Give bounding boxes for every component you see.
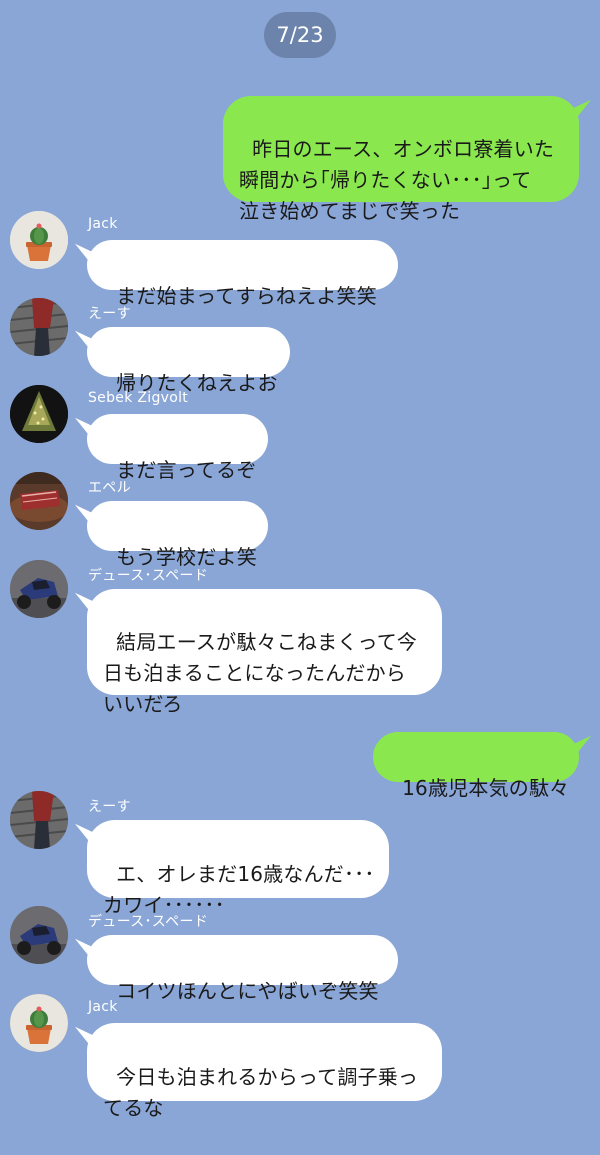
cactus-icon (10, 994, 68, 1052)
motorcycle-avatar[interactable] (10, 560, 68, 618)
bubble-tail (573, 99, 591, 123)
sender-name: デュース･スペード (88, 568, 209, 584)
bubble-tail (75, 823, 93, 847)
message-bubble-incoming[interactable]: 帰りたくねえよお (75, 327, 290, 395)
message-bubble-incoming[interactable]: 結局エースが駄々こねまくって今 日も泊まることになったんだから いいだろ (75, 589, 442, 716)
cactus-avatar[interactable] (10, 211, 68, 269)
red-jacket-icon (10, 298, 68, 356)
message-bubble-incoming[interactable]: もう学校だよ笑 (75, 501, 268, 569)
message-bubble-outgoing[interactable]: 16歳児本気の駄々 (373, 732, 591, 800)
cactus-icon (10, 211, 68, 269)
message-text: 今日も泊まれるからって調子乗っ てるな (103, 1065, 419, 1120)
bubble-tail (75, 938, 93, 962)
sender-name: えーす (88, 306, 131, 322)
cactus-avatar[interactable] (10, 994, 68, 1052)
steak-avatar[interactable] (10, 472, 68, 530)
message-bubble-incoming[interactable]: 今日も泊まれるからって調子乗っ てるな (75, 1023, 442, 1120)
message-bubble-outgoing[interactable]: 昨日のエース、オンボロ寮着いた 瞬間から｢帰りたくない･･･｣って 泣き始めてま… (223, 96, 591, 223)
bubble-tail (75, 1026, 93, 1050)
message-text: まだ言ってるぞ (116, 458, 257, 482)
bubble-tail (75, 243, 93, 267)
red-jacket-icon (10, 791, 68, 849)
lit-tree-avatar[interactable] (10, 385, 68, 443)
message-bubble-incoming[interactable]: まだ始まってすらねえよ笑笑 (75, 240, 398, 308)
bubble-tail (75, 592, 93, 616)
date-separator: 7/23 (264, 12, 336, 58)
message-text: 結局エースが駄々こねまくって今 日も泊まることになったんだから いいだろ (103, 630, 418, 716)
sender-name: Jack (88, 999, 118, 1015)
message-bubble-incoming[interactable]: まだ言ってるぞ (75, 414, 268, 482)
bubble-tail (75, 330, 93, 354)
bubble-tail (75, 504, 93, 528)
motorcycle-icon (10, 560, 68, 618)
motorcycle-icon (10, 906, 68, 964)
message-bubble-incoming[interactable]: コイツほんとにやばいぞ笑笑 (75, 935, 398, 1003)
lit-tree-icon (10, 385, 68, 443)
sender-name: えーす (88, 799, 131, 815)
red-jacket-avatar[interactable] (10, 298, 68, 356)
message-text: 昨日のエース、オンボロ寮着いた 瞬間から｢帰りたくない･･･｣って 泣き始めてま… (239, 137, 555, 223)
sender-name: Jack (88, 216, 118, 232)
motorcycle-avatar[interactable] (10, 906, 68, 964)
message-text: まだ始まってすらねえよ笑笑 (116, 284, 377, 308)
sender-name: Sebek Zigvolt (88, 390, 189, 406)
message-text: コイツほんとにやばいぞ笑笑 (116, 979, 379, 1003)
message-bubble-incoming[interactable]: エ、オレまだ16歳なんだ･･･ カワイ･･････ (75, 820, 389, 917)
bubble-tail (573, 735, 591, 759)
red-jacket-avatar[interactable] (10, 791, 68, 849)
message-text: エ、オレまだ16歳なんだ･･･ カワイ･･････ (103, 862, 375, 917)
message-text: 16歳児本気の駄々 (402, 776, 570, 800)
bubble-tail (75, 417, 93, 441)
sender-name: デュース･スペード (88, 914, 209, 930)
steak-icon (10, 472, 68, 530)
sender-name: エペル (88, 480, 131, 496)
